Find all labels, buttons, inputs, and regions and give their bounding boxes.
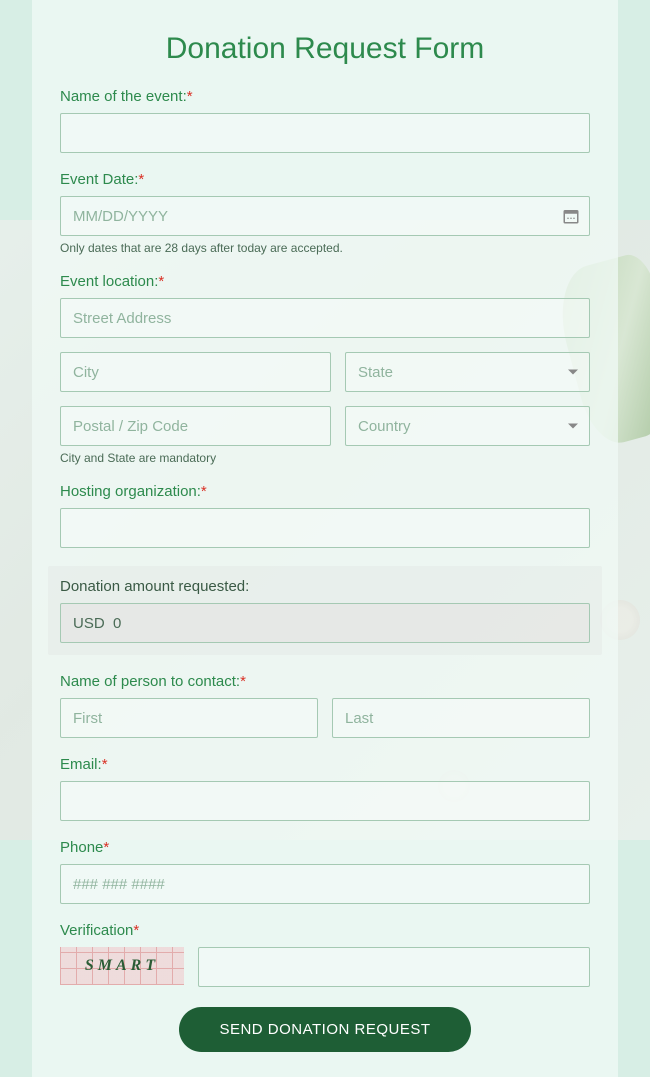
- hosting-org-input[interactable]: [60, 508, 590, 548]
- verification-label: Verification*: [60, 922, 590, 939]
- event-name-label: Name of the event:*: [60, 88, 590, 105]
- phone-input[interactable]: [60, 864, 590, 904]
- state-select[interactable]: [345, 352, 590, 392]
- field-verification: Verification* SMART: [60, 922, 590, 987]
- event-date-helper: Only dates that are 28 days after today …: [60, 241, 590, 255]
- location-helper: City and State are mandatory: [60, 451, 590, 465]
- field-event-location: Event location:* City and State are mand…: [60, 273, 590, 465]
- captcha-image: SMART: [60, 947, 184, 985]
- city-input[interactable]: [60, 352, 331, 392]
- postal-input[interactable]: [60, 406, 331, 446]
- donation-amount-label: Donation amount requested:: [60, 578, 590, 595]
- country-select[interactable]: [345, 406, 590, 446]
- hosting-org-label: Hosting organization:*: [60, 483, 590, 500]
- field-hosting-org: Hosting organization:*: [60, 483, 590, 548]
- field-email: Email:*: [60, 756, 590, 821]
- verification-input[interactable]: [198, 947, 590, 987]
- event-name-input[interactable]: [60, 113, 590, 153]
- phone-label: Phone*: [60, 839, 590, 856]
- email-input[interactable]: [60, 781, 590, 821]
- event-date-label: Event Date:*: [60, 171, 590, 188]
- contact-name-label: Name of person to contact:*: [60, 673, 590, 690]
- contact-first-input[interactable]: [60, 698, 318, 738]
- submit-button[interactable]: SEND DONATION REQUEST: [179, 1007, 470, 1052]
- street-address-input[interactable]: [60, 298, 590, 338]
- field-event-name: Name of the event:*: [60, 88, 590, 153]
- page-title: Donation Request Form: [60, 0, 590, 88]
- event-location-label: Event location:*: [60, 273, 590, 290]
- event-date-input[interactable]: [60, 196, 590, 236]
- donation-amount-input[interactable]: [60, 603, 590, 643]
- email-label: Email:*: [60, 756, 590, 773]
- field-event-date: Event Date:* Only dates that are 28 days…: [60, 171, 590, 255]
- field-donation-amount: Donation amount requested:: [48, 566, 602, 655]
- field-contact-name: Name of person to contact:*: [60, 673, 590, 738]
- contact-last-input[interactable]: [332, 698, 590, 738]
- field-phone: Phone*: [60, 839, 590, 904]
- form-container: Donation Request Form Name of the event:…: [32, 0, 618, 1077]
